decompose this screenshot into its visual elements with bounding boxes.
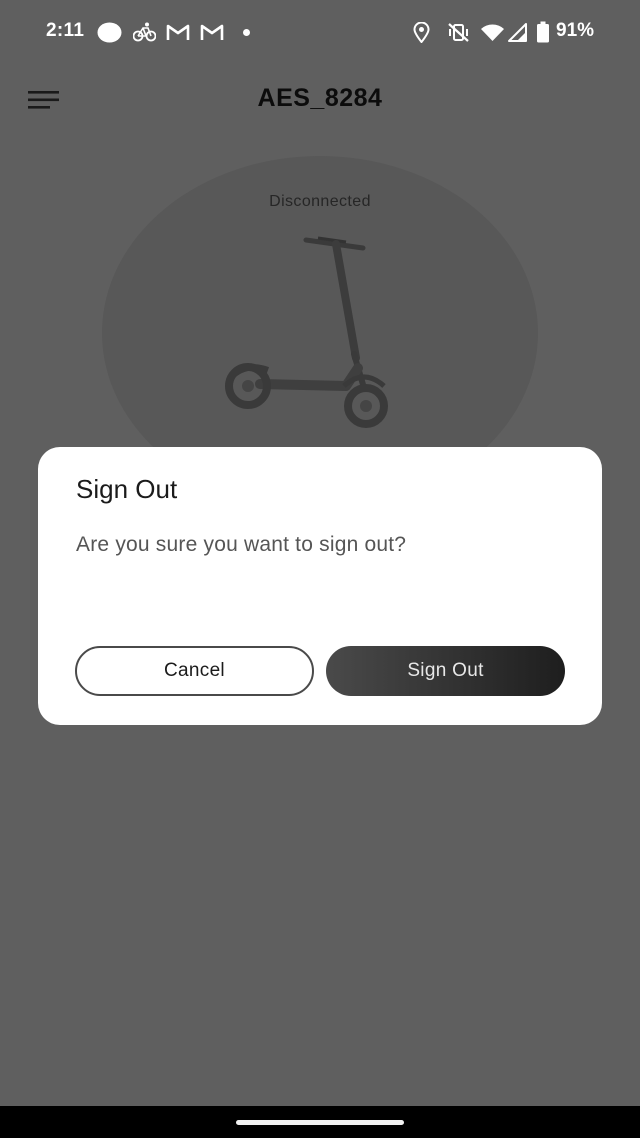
- dialog-title: Sign Out: [76, 474, 178, 504]
- sign-out-dialog: Sign Out Are you sure you want to sign o…: [38, 447, 602, 725]
- dot-icon: [243, 29, 250, 36]
- circle-notification-icon: [97, 22, 122, 43]
- gmail-icon: [166, 24, 190, 40]
- app-bar: AES_8284: [0, 64, 640, 136]
- system-nav-bar: [0, 1106, 640, 1138]
- scooter-image: [225, 236, 388, 428]
- app-screen: 2:11 91% AES_8284 Disconnected Sign Out …: [0, 0, 640, 1138]
- cancel-button[interactable]: Cancel: [75, 646, 314, 696]
- dialog-message: Are you sure you want to sign out?: [76, 533, 407, 556]
- battery-percentage: 91%: [556, 20, 595, 41]
- home-indicator[interactable]: [236, 1120, 404, 1125]
- page-title: AES_8284: [257, 84, 383, 112]
- location-icon: [413, 22, 430, 43]
- connection-status: Disconnected: [269, 193, 371, 210]
- battery-icon: [537, 21, 549, 43]
- sign-out-button[interactable]: Sign Out: [326, 646, 565, 696]
- bicycle-icon: [133, 22, 156, 42]
- status-time: 2:11: [46, 20, 85, 41]
- wifi-icon: [481, 24, 504, 41]
- signal-icon: [508, 23, 527, 42]
- status-bar: 2:11 91%: [0, 0, 640, 64]
- vibrate-off-icon: [448, 23, 469, 42]
- gmail-icon: [200, 24, 224, 40]
